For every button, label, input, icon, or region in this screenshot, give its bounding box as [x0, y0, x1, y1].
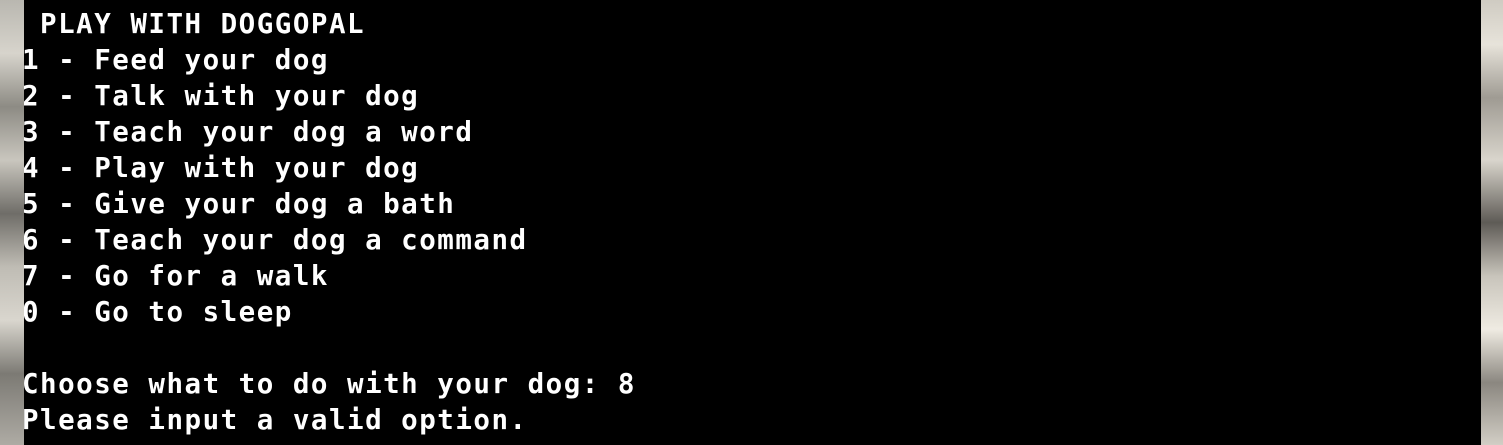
background-photo-left — [0, 0, 24, 445]
menu-item-talk: 2 - Talk with your dog — [24, 80, 420, 112]
prompt-input[interactable]: 8 — [618, 368, 636, 400]
terminal-screen[interactable]: PLAY WITH DOGGOPAL 1 - Feed your dog 2 -… — [24, 0, 1481, 445]
menu-item-play: 4 - Play with your dog — [24, 152, 420, 184]
background-photo-right — [1481, 0, 1503, 445]
menu-title: PLAY WITH DOGGOPAL — [24, 8, 366, 40]
menu-item-bath: 5 - Give your dog a bath — [24, 188, 456, 220]
menu-item-walk: 7 - Go for a walk — [24, 260, 329, 292]
prompt-text: Choose what to do with your dog: — [24, 368, 618, 400]
prompt-line: Choose what to do with your dog: 8 — [24, 366, 636, 402]
menu-item-feed: 1 - Feed your dog — [24, 44, 329, 76]
menu-item-teach-word: 3 - Teach your dog a word — [24, 116, 474, 148]
menu-item-teach-command: 6 - Teach your dog a command — [24, 224, 528, 256]
error-message: Please input a valid option. — [24, 404, 528, 436]
menu-item-sleep: 0 - Go to sleep — [24, 296, 293, 328]
app-window: PLAY WITH DOGGOPAL 1 - Feed your dog 2 -… — [0, 0, 1503, 445]
